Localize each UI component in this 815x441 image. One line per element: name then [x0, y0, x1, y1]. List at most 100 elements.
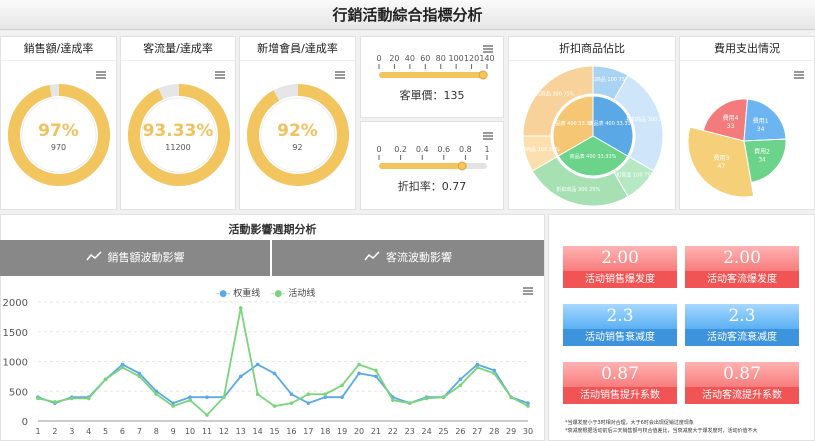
note-line: *当爆发度小于3时相对合理，大于6时会出现促销过度现象	[565, 420, 694, 426]
series-point	[103, 377, 108, 382]
x-tick-label: 13	[236, 427, 246, 436]
kpi-sales-decay: 2.3 活动销售衰减度	[563, 304, 677, 346]
slider-handle	[478, 70, 488, 80]
expense-slice-label: 費用1	[753, 117, 769, 125]
discount-rate-label: 折扣率：0.77	[397, 180, 467, 193]
slider-fill	[379, 163, 463, 169]
series-point	[323, 392, 328, 397]
gauge-title: 新增會員/達成率	[240, 37, 355, 61]
y-tick-label: 0	[22, 417, 28, 428]
series-point	[69, 396, 74, 401]
series-line	[37, 363, 529, 405]
series-point	[255, 392, 260, 397]
x-tick-label: 8	[154, 427, 159, 436]
series-point	[357, 371, 361, 376]
kpi-value: 2.00	[563, 246, 677, 271]
series-point	[340, 383, 344, 388]
title-bar: 行銷活動綜合指標分析	[0, 0, 815, 30]
cycle-line-chart: 05001000150020001 2 3 4 5 6 7 8 9 10 11 12 13 14 15 16 1…	[3, 298, 534, 436]
series-point	[205, 413, 209, 417]
gauge-value: 93.33%	[142, 121, 214, 141]
series-point	[374, 368, 378, 373]
x-tick-label: 3	[69, 427, 74, 436]
line-chart-icon	[364, 240, 380, 276]
series-point	[154, 392, 159, 397]
pie-title: 折扣商品佔比	[509, 37, 675, 61]
slider-tick-label: 40	[405, 54, 415, 63]
kpi-label: 活动客流提升系数	[685, 387, 799, 404]
series-point	[458, 383, 463, 388]
x-tick-label: 12	[219, 427, 229, 436]
series-point	[222, 395, 226, 399]
y-tick-label: 1500	[3, 328, 28, 339]
tab-label: 客流波動影響	[386, 251, 452, 264]
kpi-value: 0.87	[563, 362, 677, 387]
slider-tick-label: 0.2	[394, 145, 407, 154]
outer-slice-label: 折扣商品 100 25%	[516, 146, 560, 153]
kpi-traffic-burst: 2.00 活动客流爆发度	[685, 246, 799, 288]
x-tick-label: 5	[103, 427, 108, 436]
menu-icon[interactable]	[215, 71, 225, 79]
tab-traffic-impact[interactable]: 客流波動影響	[272, 240, 544, 276]
x-tick-label: 11	[202, 427, 212, 436]
gauge-title: 銷售額/達成率	[1, 37, 116, 61]
gauge-sub-value: 11200	[165, 143, 191, 152]
y-tick-label: 2000	[3, 298, 28, 309]
menu-icon[interactable]	[335, 71, 345, 79]
x-tick-label: 21	[371, 427, 381, 436]
menu-icon[interactable]	[483, 45, 493, 53]
expense-slice-value: 34	[757, 126, 765, 133]
x-tick-label: 26	[455, 427, 465, 436]
series-point	[272, 371, 277, 376]
x-tick-label: 1	[35, 427, 40, 436]
slider-tick-label: 120	[464, 54, 479, 63]
gauge-value: 97%	[38, 121, 79, 141]
slider-fill	[379, 72, 484, 78]
outer-slice-label: 折扣商品 300 25%	[626, 116, 670, 123]
kpi-sales-lift: 0.87 活动销售提升系数	[563, 362, 677, 404]
x-tick-label: 15	[269, 427, 279, 436]
y-tick-label: 500	[9, 387, 28, 398]
series-point	[374, 374, 378, 379]
gauge-sub-value: 970	[50, 143, 67, 152]
x-tick-label: 18	[320, 427, 330, 436]
outer-slice-label: 折扣商品 300 75%	[531, 91, 575, 98]
x-tick-label: 30	[523, 427, 533, 436]
kpi-label: 活动客流衰减度	[685, 329, 799, 346]
series-point	[458, 377, 463, 382]
series-point	[340, 395, 344, 399]
x-tick-label: 19	[337, 427, 347, 436]
x-tick-label: 10	[185, 427, 195, 436]
series-point	[306, 401, 311, 405]
expense-slice-value: 33	[727, 123, 735, 130]
series-point	[255, 362, 260, 367]
kpi-label: 活动销售爆发度	[563, 271, 677, 288]
slider-tick-label: 0.6	[437, 145, 450, 154]
expense-slice-label: 費用2	[754, 147, 770, 155]
gauge-panel-traffic: 客流量/達成率 93.33% 11200	[120, 36, 236, 210]
kpi-label: 活动销售衰减度	[563, 329, 677, 346]
menu-icon[interactable]	[483, 132, 493, 140]
x-tick-label: 14	[253, 427, 263, 436]
slider-tick-label: 60	[420, 54, 430, 63]
slider-tick-label: 0	[376, 145, 381, 154]
kpi-traffic-lift: 0.87 活动客流提升系数	[685, 362, 799, 404]
slider-tick-label: 0.4	[416, 145, 429, 154]
series-point	[424, 396, 429, 401]
outer-slice-label: 折扣商品 300 25%	[556, 186, 600, 193]
series-point	[53, 400, 57, 404]
discount-pie-chart: 商品表 400 33.33%商品表 400 33.33%商品表 400 33.3…	[516, 65, 670, 207]
expense-slice-value: 47	[718, 163, 726, 170]
series-point	[306, 392, 311, 397]
series-point	[238, 374, 243, 379]
x-tick-label: 22	[388, 427, 398, 436]
expense-slice-value: 34	[758, 156, 766, 163]
series-point	[441, 395, 446, 399]
slider-tick-label: 0.8	[459, 145, 472, 154]
menu-icon[interactable]	[96, 71, 106, 79]
series-point	[120, 365, 125, 370]
menu-icon[interactable]	[523, 287, 533, 295]
pie-title: 費用支出情況	[680, 37, 814, 61]
tab-sales-impact[interactable]: 銷售額波動影響	[0, 240, 270, 276]
menu-icon[interactable]	[794, 71, 804, 79]
